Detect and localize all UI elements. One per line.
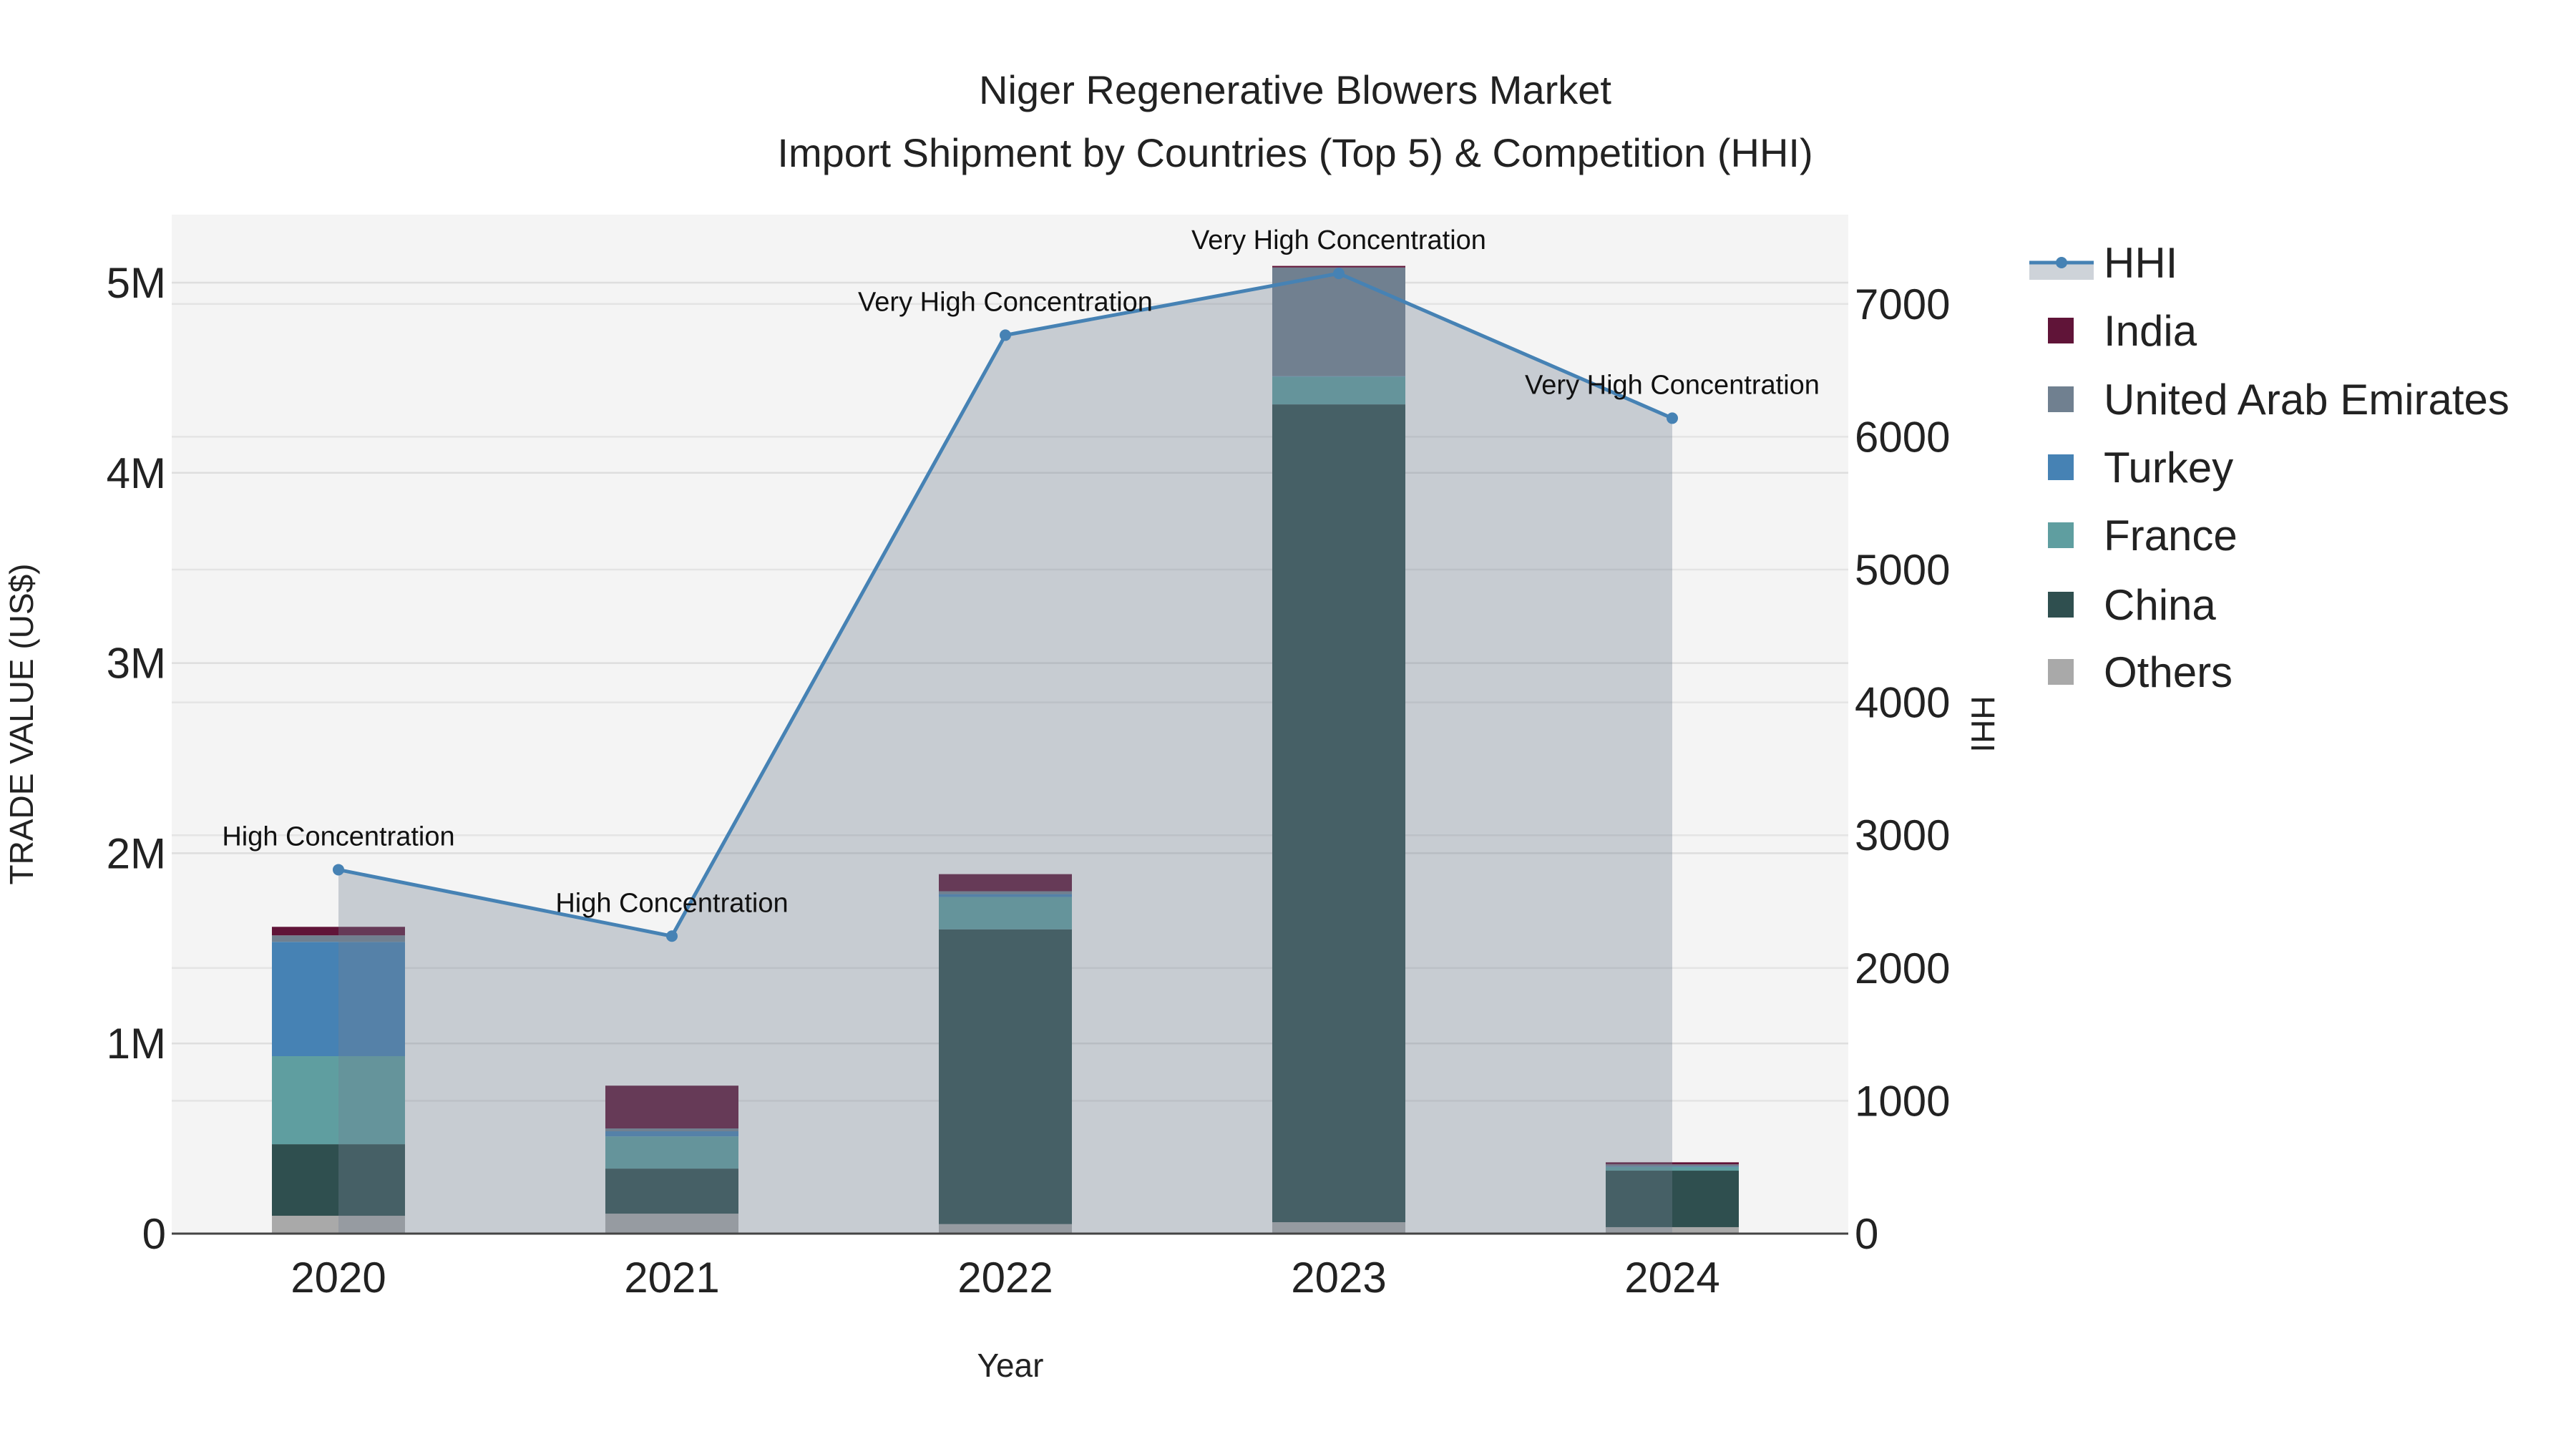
chart: High Concentration High Concentration Very…: [3, 67, 2509, 1384]
legend-swatch-united-arab-emirates: [2048, 386, 2074, 412]
hhi-annotation: Very High Concentration: [1525, 370, 1820, 400]
legend-label-united-arab-emirates: United Arab Emirates: [2104, 376, 2509, 424]
y2-tick-label: 4000: [1855, 679, 1950, 727]
legend-label-india: India: [2104, 307, 2197, 355]
bar-india-2023: [1272, 265, 1405, 268]
hhi-annotation: Very High Concentration: [1191, 225, 1486, 255]
hhi-annotation: High Concentration: [222, 821, 454, 852]
y2-tick-label: 2000: [1855, 945, 1950, 992]
x-tick-label: 2022: [957, 1254, 1053, 1302]
y2-axis-title: HHI: [1964, 696, 2001, 752]
x-axis-title: Year: [977, 1347, 1044, 1384]
legend-label-france: France: [2104, 512, 2238, 560]
y2-tick-label: 0: [1855, 1210, 1878, 1258]
legend-swatch-turkey: [2048, 454, 2074, 480]
legend-swatch-others: [2048, 659, 2074, 685]
legend-label-china: China: [2104, 581, 2216, 629]
y2-tick-label: 3000: [1855, 811, 1950, 859]
legend-swatch-india: [2048, 318, 2074, 343]
x-tick-label: 2020: [291, 1254, 386, 1302]
hhi-point-2022: [1000, 329, 1011, 341]
hhi-point-2024: [1667, 412, 1678, 424]
chart-title: Niger Regenerative Blowers Market: [979, 67, 1611, 112]
hhi-point-2020: [333, 864, 344, 876]
hhi-annotation: High Concentration: [555, 888, 788, 918]
y-tick-label: 5M: [107, 259, 166, 307]
x-tick-label: 2021: [624, 1254, 719, 1302]
x-tick-label: 2024: [1624, 1254, 1719, 1302]
legend-swatch-china: [2048, 592, 2074, 618]
y2-tick-label: 7000: [1855, 280, 1950, 328]
legend-label-hhi: HHI: [2104, 239, 2177, 287]
y-tick-label: 2M: [107, 829, 166, 877]
legend-swatch-france: [2048, 522, 2074, 548]
y-tick-label: 4M: [107, 449, 166, 497]
y-tick-label: 0: [142, 1210, 166, 1258]
legend: HHI India United Arab Emirates Turkey France…: [2029, 239, 2509, 696]
hhi-point-2023: [1333, 268, 1345, 280]
hhi-annotation: Very High Concentration: [858, 287, 1153, 317]
y-tick-label: 3M: [107, 640, 166, 688]
y2-tick-label: 6000: [1855, 413, 1950, 461]
legend-label-others: Others: [2104, 648, 2233, 696]
x-tick-label: 2023: [1291, 1254, 1386, 1302]
legend-label-turkey: Turkey: [2104, 444, 2233, 492]
y2-tick-label: 1000: [1855, 1077, 1950, 1125]
y2-tick-label: 5000: [1855, 546, 1950, 594]
hhi-point-2021: [666, 930, 678, 942]
y-tick-label: 1M: [107, 1020, 166, 1068]
legend-hhi-marker: [2056, 257, 2067, 268]
chart-subtitle: Import Shipment by Countries (Top 5) & C…: [777, 130, 1813, 175]
y-axis-title: TRADE VALUE (US$): [3, 563, 40, 884]
